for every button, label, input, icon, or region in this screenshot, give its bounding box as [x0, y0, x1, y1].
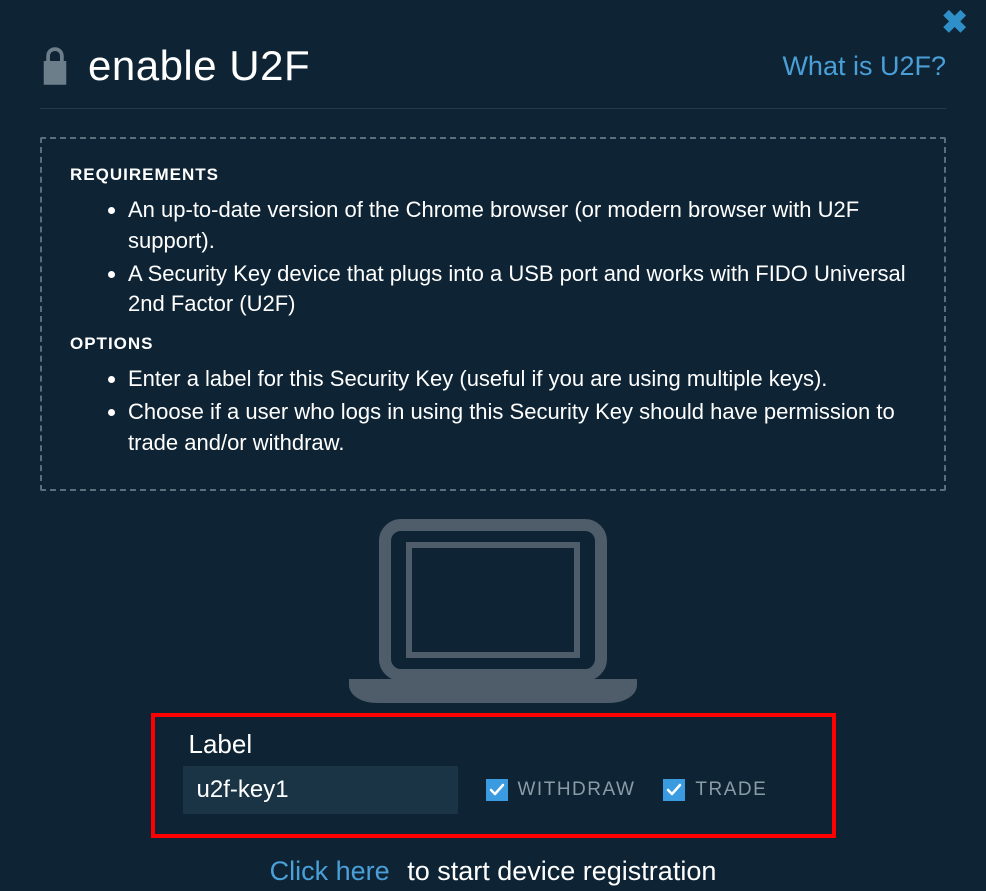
form-highlight-box: Label WITHDRAW TRADE [151, 713, 836, 838]
options-list: Enter a label for this Security Key (use… [70, 364, 916, 458]
trade-label: TRADE [695, 779, 767, 801]
trade-checkbox[interactable] [663, 779, 685, 801]
trade-option: TRADE [663, 779, 767, 801]
requirements-list: An up-to-date version of the Chrome brow… [70, 195, 916, 320]
info-box: REQUIREMENTS An up-to-date version of th… [40, 137, 946, 491]
header-left: enable U2F [40, 42, 310, 90]
lock-icon [40, 47, 70, 85]
withdraw-checkbox[interactable] [486, 779, 508, 801]
start-registration-link[interactable]: Click here [270, 856, 390, 886]
page-title: enable U2F [88, 42, 310, 90]
laptop-illustration [40, 519, 946, 709]
withdraw-option: WITHDRAW [486, 779, 636, 801]
form-row: WITHDRAW TRADE [183, 766, 804, 814]
requirements-heading: REQUIREMENTS [70, 165, 916, 185]
withdraw-label: WITHDRAW [518, 779, 636, 801]
list-item: An up-to-date version of the Chrome brow… [128, 195, 916, 257]
help-link[interactable]: What is U2F? [782, 51, 946, 82]
list-item: Enter a label for this Security Key (use… [128, 364, 916, 395]
laptop-icon [343, 519, 643, 709]
options-heading: OPTIONS [70, 334, 916, 354]
label-heading: Label [189, 729, 804, 760]
u2f-modal: ✖ enable U2F What is U2F? REQUIREMENTS A… [0, 0, 986, 891]
cta-text: to start device registration [407, 856, 716, 886]
list-item: A Security Key device that plugs into a … [128, 259, 916, 321]
modal-header: enable U2F What is U2F? [40, 0, 946, 109]
close-icon[interactable]: ✖ [941, 6, 968, 38]
list-item: Choose if a user who logs in using this … [128, 397, 916, 459]
label-input[interactable] [183, 766, 458, 814]
cta-row: Click here to start device registration [40, 856, 946, 887]
